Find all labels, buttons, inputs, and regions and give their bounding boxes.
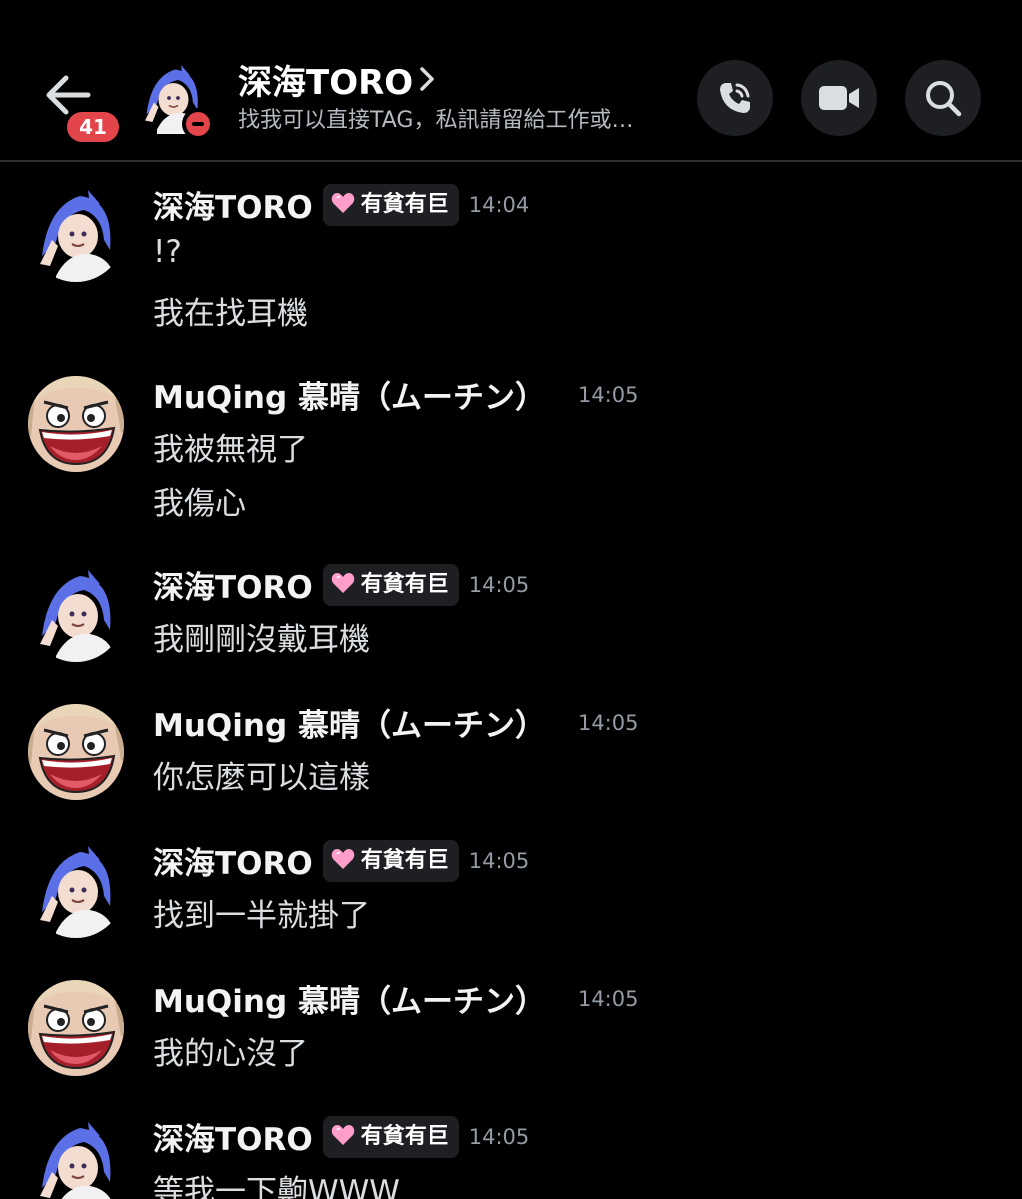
message-text[interactable]: 等我一下齁WWW	[153, 1166, 400, 1199]
message-header: 深海TORO 有貧有巨 14:04	[153, 182, 529, 230]
channel-header: 41 深海TORO 找我可以直接TAG，私訊請留給工作或…	[0, 0, 1022, 162]
message-header: 深海TORO 有貧有巨 14:05	[153, 838, 529, 886]
heart-icon	[331, 848, 355, 869]
message-group: MuQing 慕晴（ムーチン） 14:05 你怎麼可以這樣	[0, 680, 1022, 818]
avatar[interactable]	[28, 704, 124, 800]
role-tag-label: 有貧有巨	[360, 191, 449, 217]
message-text[interactable]: 我被無視了	[153, 424, 308, 469]
message-text[interactable]: 我傷心	[153, 478, 246, 523]
author-name[interactable]: MuQing 慕晴（ムーチン）	[153, 700, 546, 745]
message-timestamp: 14:05	[468, 1124, 530, 1149]
role-tag[interactable]: 有貧有巨	[322, 563, 459, 606]
message-header: MuQing 慕晴（ムーチン） 14:05	[153, 976, 638, 1024]
user-avatar-image	[28, 376, 124, 472]
user-avatar-image	[28, 842, 124, 938]
user-avatar-image	[28, 704, 124, 800]
user-avatar-image	[28, 566, 124, 662]
channel-title[interactable]: 深海TORO	[238, 55, 413, 104]
role-tag-label: 有貧有巨	[360, 1123, 449, 1149]
message-group: 深海TORO 有貧有巨 14:05 我剛剛沒戴耳機	[0, 542, 1022, 680]
author-name[interactable]: 深海TORO	[153, 562, 313, 607]
user-avatar-image	[28, 1118, 124, 1199]
message-header: 深海TORO 有貧有巨 14:05	[153, 562, 529, 610]
avatar[interactable]	[28, 980, 124, 1076]
heart-icon	[331, 572, 355, 593]
heart-icon	[331, 192, 355, 213]
message-timestamp: 14:05	[468, 848, 530, 873]
message-timestamp: 14:05	[577, 986, 639, 1011]
avatar[interactable]	[28, 842, 124, 938]
user-avatar-image	[28, 186, 124, 282]
message-timestamp: 14:05	[577, 382, 639, 407]
do-not-disturb-status-icon	[182, 108, 214, 140]
role-tag[interactable]: 有貧有巨	[322, 1115, 459, 1158]
message-group: MuQing 慕晴（ムーチン） 14:05 我被無視了 我傷心	[0, 352, 1022, 542]
message-group: 深海TORO 有貧有巨 14:05 找到一半就掛了	[0, 818, 1022, 956]
message-text[interactable]: !?	[153, 234, 182, 270]
author-name[interactable]: 深海TORO	[153, 1114, 313, 1159]
message-header: MuQing 慕晴（ムーチン） 14:05	[153, 372, 638, 420]
message-text[interactable]: 我在找耳機	[153, 288, 308, 333]
role-tag[interactable]: 有貧有巨	[322, 839, 459, 882]
author-name[interactable]: 深海TORO	[153, 182, 313, 227]
message-header: 深海TORO 有貧有巨 14:05	[153, 1114, 529, 1162]
phone-call-icon	[720, 83, 750, 113]
avatar[interactable]	[28, 566, 124, 662]
heart-icon	[331, 1124, 355, 1145]
message-text[interactable]: 你怎麼可以這樣	[153, 752, 370, 797]
channel-topic[interactable]: 找我可以直接TAG，私訊請留給工作或…	[238, 102, 633, 134]
video-camera-icon	[819, 86, 859, 110]
search-icon	[926, 81, 962, 117]
message-group: 深海TORO 有貧有巨 14:04 !? 我在找耳機	[0, 162, 1022, 352]
message-group: MuQing 慕晴（ムーチン） 14:05 我的心沒了	[0, 956, 1022, 1094]
chevron-right-icon[interactable]	[418, 66, 436, 92]
voice-call-button[interactable]	[697, 60, 773, 136]
message-list[interactable]: 深海TORO 有貧有巨 14:04 !? 我在找耳機 MuQing 慕晴（ムーチン）…	[0, 162, 1022, 1199]
user-avatar-image	[28, 980, 124, 1076]
avatar[interactable]	[28, 376, 124, 472]
message-header: MuQing 慕晴（ムーチン） 14:05	[153, 700, 638, 748]
message-text[interactable]: 我剛剛沒戴耳機	[153, 614, 370, 659]
message-text[interactable]: 找到一半就掛了	[153, 890, 370, 935]
author-name[interactable]: 深海TORO	[153, 838, 313, 883]
message-timestamp: 14:04	[468, 192, 530, 217]
message-timestamp: 14:05	[468, 572, 530, 597]
avatar[interactable]	[28, 1118, 124, 1199]
video-call-button[interactable]	[801, 60, 877, 136]
author-name[interactable]: MuQing 慕晴（ムーチン）	[153, 976, 546, 1021]
avatar[interactable]	[28, 186, 124, 282]
unread-count-badge: 41	[64, 109, 122, 145]
role-tag-label: 有貧有巨	[360, 847, 449, 873]
search-button[interactable]	[905, 60, 981, 136]
author-name[interactable]: MuQing 慕晴（ムーチン）	[153, 372, 546, 417]
role-tag-label: 有貧有巨	[360, 571, 449, 597]
message-timestamp: 14:05	[577, 710, 639, 735]
message-group: 深海TORO 有貧有巨 14:05 等我一下齁WWW	[0, 1094, 1022, 1199]
role-tag[interactable]: 有貧有巨	[322, 183, 459, 226]
message-text[interactable]: 我的心沒了	[153, 1028, 308, 1073]
